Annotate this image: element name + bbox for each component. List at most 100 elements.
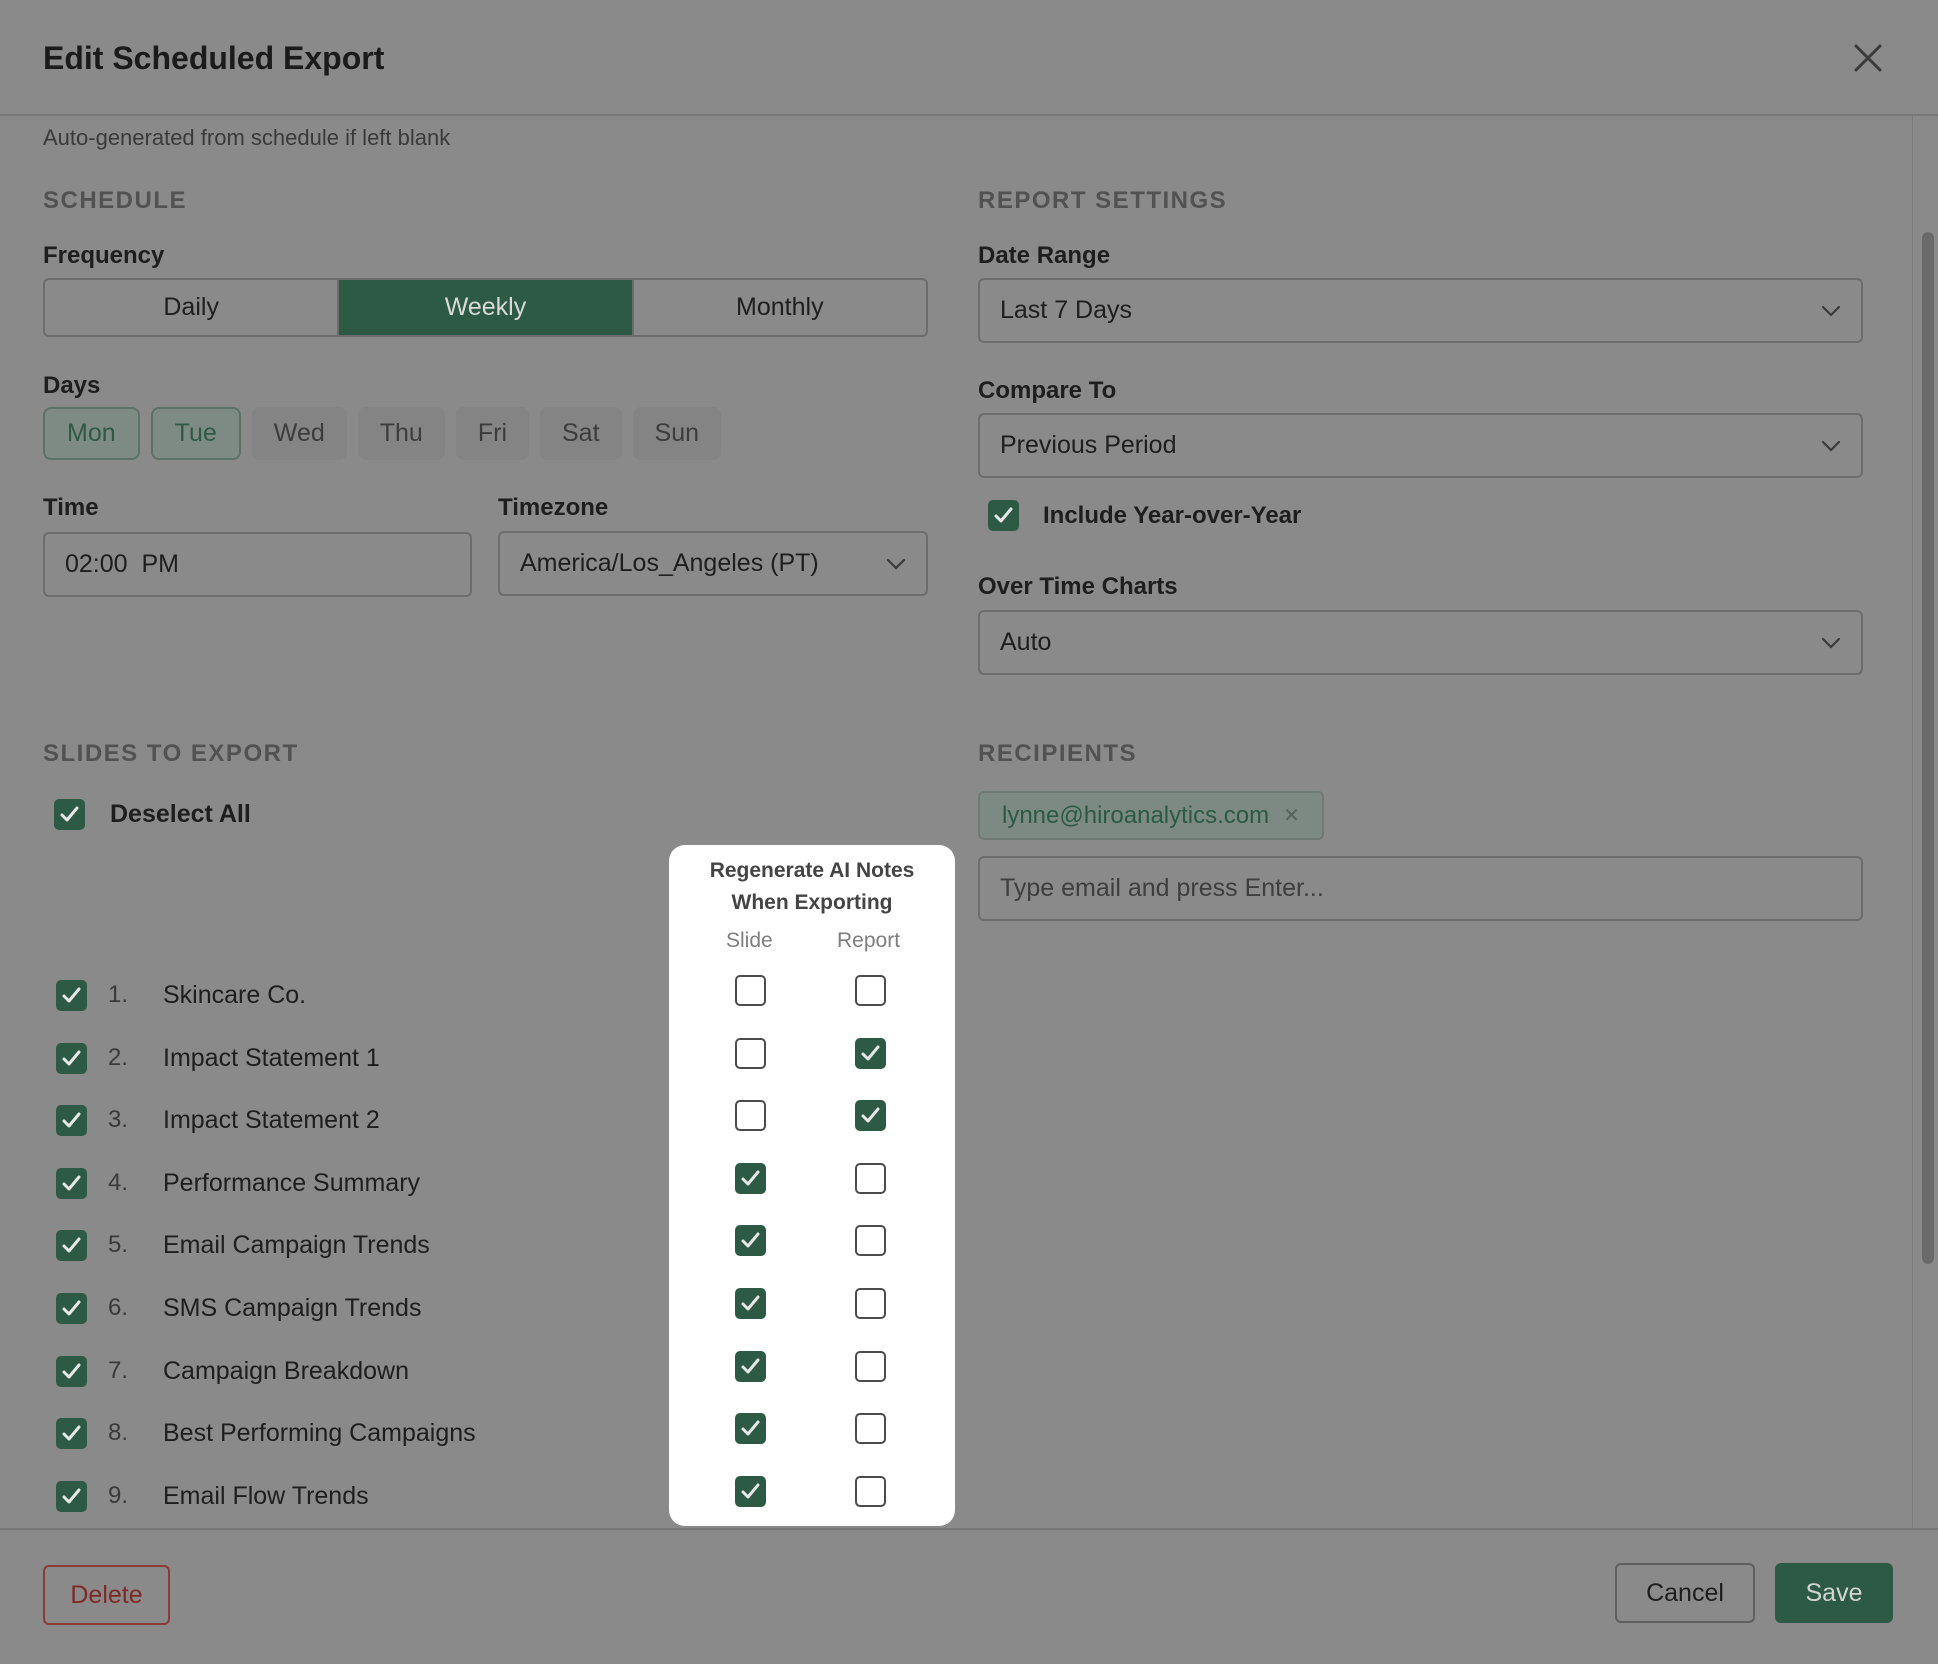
day-fri[interactable]: Fri xyxy=(455,407,529,460)
compare-label: Compare To xyxy=(978,377,1117,404)
regenerate-report-checkbox[interactable] xyxy=(855,1413,886,1444)
slide-name: SMS Campaign Trends xyxy=(163,1293,422,1322)
delete-button[interactable]: Delete xyxy=(43,1565,170,1625)
slide-number: 2. xyxy=(108,1044,129,1071)
regenerate-report-checkbox[interactable] xyxy=(855,1038,886,1069)
recipients-heading: RECIPIENTS xyxy=(978,740,1138,767)
regenerate-report-checkbox[interactable] xyxy=(855,975,886,1006)
frequency-weekly-button[interactable]: Weekly xyxy=(337,280,632,335)
regenerate-report-checkbox[interactable] xyxy=(855,1476,886,1507)
slide-number: 5. xyxy=(108,1231,129,1258)
slide-checkbox[interactable] xyxy=(56,1229,87,1261)
day-mon[interactable]: Mon xyxy=(43,407,140,460)
slide-row[interactable]: 4. Performance Summary xyxy=(56,1163,420,1203)
slide-checkbox[interactable] xyxy=(56,1292,87,1324)
date-range-value: Last 7 Days xyxy=(1000,296,1133,324)
date-range-label: Date Range xyxy=(978,242,1111,269)
close-icon[interactable] xyxy=(1850,40,1886,76)
time-input[interactable]: 02:00 PM xyxy=(43,532,472,597)
slide-checkbox[interactable] xyxy=(56,1042,87,1074)
over-time-value: Auto xyxy=(1000,628,1052,656)
timezone-select[interactable]: America/Los_Angeles (PT) xyxy=(498,531,928,596)
slide-row[interactable]: 3. Impact Statement 2 xyxy=(56,1100,380,1140)
regenerate-slide-checkbox[interactable] xyxy=(735,1163,766,1194)
slide-checkbox[interactable] xyxy=(56,979,87,1011)
frequency-monthly-button[interactable]: Monthly xyxy=(631,280,926,335)
ai-notes-title: Regenerate AI Notes When Exporting xyxy=(669,855,955,919)
slide-row[interactable]: 5. Email Campaign Trends xyxy=(56,1225,430,1265)
slide-checkbox[interactable] xyxy=(56,1104,87,1136)
date-range-select[interactable]: Last 7 Days xyxy=(978,278,1863,343)
regenerate-slide-checkbox[interactable] xyxy=(735,975,766,1006)
day-tue[interactable]: Tue xyxy=(150,407,241,460)
recipient-chip: lynne@hiroanalytics.com ✕ xyxy=(978,791,1324,840)
compare-select[interactable]: Previous Period xyxy=(978,413,1863,478)
frequency-daily-button[interactable]: Daily xyxy=(45,280,337,335)
slide-name: Best Performing Campaigns xyxy=(163,1418,476,1447)
day-wed[interactable]: Wed xyxy=(251,407,347,460)
compare-value: Previous Period xyxy=(1000,431,1177,459)
regenerate-report-checkbox[interactable] xyxy=(855,1351,886,1382)
slide-checkbox[interactable] xyxy=(56,1480,87,1512)
deselect-all-checkbox[interactable] xyxy=(54,799,85,830)
ai-notes-slide-header: Slide xyxy=(726,929,773,952)
regenerate-slide-checkbox[interactable] xyxy=(735,1476,766,1507)
chevron-down-icon xyxy=(1821,637,1841,649)
dialog-title: Edit Scheduled Export xyxy=(43,40,385,76)
over-time-label: Over Time Charts xyxy=(978,573,1178,600)
regenerate-report-checkbox[interactable] xyxy=(855,1225,886,1256)
yoy-checkbox[interactable] xyxy=(988,500,1019,531)
ai-notes-title-line1: Regenerate AI Notes xyxy=(709,859,915,882)
deselect-all-option[interactable]: Deselect All xyxy=(54,799,251,830)
slide-name: Campaign Breakdown xyxy=(163,1356,409,1385)
days-label: Days xyxy=(43,372,101,399)
time-label: Time xyxy=(43,494,99,521)
name-hint: Auto-generated from schedule if left bla… xyxy=(43,125,451,150)
slide-name: Performance Summary xyxy=(163,1168,421,1197)
slide-number: 7. xyxy=(108,1357,129,1384)
slide-row[interactable]: 7. Campaign Breakdown xyxy=(56,1351,409,1391)
slide-name: Email Flow Trends xyxy=(163,1481,369,1510)
schedule-heading: SCHEDULE xyxy=(43,187,188,214)
regenerate-slide-checkbox[interactable] xyxy=(735,1288,766,1319)
chevron-down-icon xyxy=(1821,440,1841,452)
chevron-down-icon xyxy=(886,558,906,570)
remove-recipient-icon[interactable]: ✕ xyxy=(1283,803,1300,828)
slide-number: 4. xyxy=(108,1169,129,1196)
cancel-button[interactable]: Cancel xyxy=(1615,1563,1755,1623)
frequency-toggle: Daily Weekly Monthly xyxy=(43,278,928,337)
recipient-email-input[interactable]: Type email and press Enter... xyxy=(978,856,1863,921)
ai-notes-panel: Regenerate AI Notes When Exporting Slide… xyxy=(669,845,955,1526)
dialog-header: Edit Scheduled Export xyxy=(0,0,1938,116)
time-value: 02:00 PM xyxy=(65,550,179,578)
day-sun[interactable]: Sun xyxy=(632,407,722,460)
over-time-select[interactable]: Auto xyxy=(978,610,1863,675)
slide-name: Email Campaign Trends xyxy=(163,1230,430,1259)
regenerate-slide-checkbox[interactable] xyxy=(735,1038,766,1069)
slide-row[interactable]: 2. Impact Statement 1 xyxy=(56,1038,380,1078)
slide-row[interactable]: 8. Best Performing Campaigns xyxy=(56,1413,476,1453)
regenerate-slide-checkbox[interactable] xyxy=(735,1413,766,1444)
deselect-all-label: Deselect All xyxy=(110,800,251,828)
regenerate-report-checkbox[interactable] xyxy=(855,1100,886,1131)
regenerate-report-checkbox[interactable] xyxy=(855,1288,886,1319)
ai-notes-title-line2: When Exporting xyxy=(731,891,893,914)
regenerate-slide-checkbox[interactable] xyxy=(735,1100,766,1131)
slide-row[interactable]: 6. SMS Campaign Trends xyxy=(56,1288,421,1328)
scrollbar-thumb[interactable] xyxy=(1922,232,1934,1264)
day-sat[interactable]: Sat xyxy=(540,407,622,460)
day-thu[interactable]: Thu xyxy=(357,407,445,460)
slide-row[interactable]: 9. Email Flow Trends xyxy=(56,1476,369,1516)
yoy-option[interactable]: Include Year-over-Year xyxy=(988,500,1301,531)
slide-name: Impact Statement 2 xyxy=(163,1105,380,1134)
slide-checkbox[interactable] xyxy=(56,1417,87,1449)
regenerate-slide-checkbox[interactable] xyxy=(735,1351,766,1382)
save-button[interactable]: Save xyxy=(1775,1563,1893,1623)
slide-checkbox[interactable] xyxy=(56,1167,87,1199)
slide-row[interactable]: 1. Skincare Co. xyxy=(56,975,306,1015)
ai-notes-report-header: Report xyxy=(837,929,901,952)
slide-number: 9. xyxy=(108,1482,129,1509)
regenerate-report-checkbox[interactable] xyxy=(855,1163,886,1194)
regenerate-slide-checkbox[interactable] xyxy=(735,1225,766,1256)
slide-checkbox[interactable] xyxy=(56,1355,87,1387)
